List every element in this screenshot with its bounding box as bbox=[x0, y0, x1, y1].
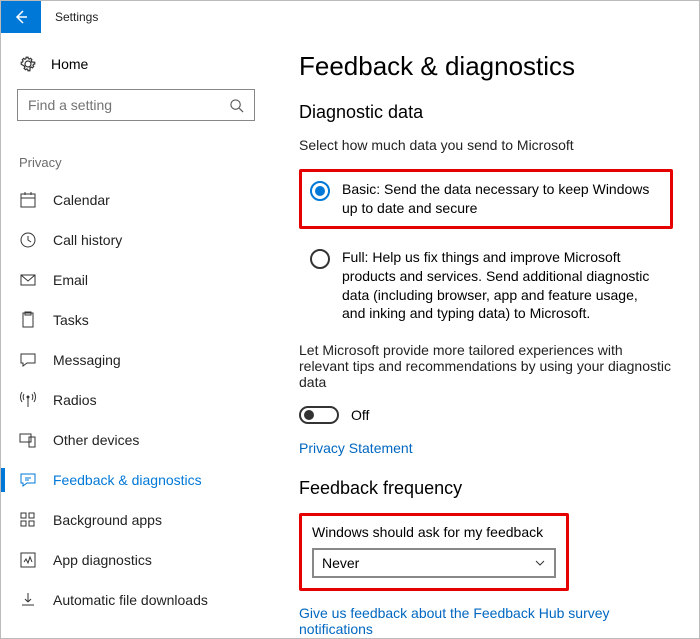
sidebar-item-messaging[interactable]: Messaging bbox=[1, 340, 271, 380]
search-input[interactable]: Find a setting bbox=[17, 89, 255, 121]
sidebar-item-label: Tasks bbox=[53, 312, 89, 328]
sidebar-group-label: Privacy bbox=[19, 155, 255, 170]
sidebar-item-app-diagnostics[interactable]: App diagnostics bbox=[1, 540, 271, 580]
tailored-toggle[interactable] bbox=[299, 406, 339, 424]
sidebar-item-other-devices[interactable]: Other devices bbox=[1, 420, 271, 460]
sidebar-item-background-apps[interactable]: Background apps bbox=[1, 500, 271, 540]
sidebar-nav: Calendar Call history Email Tasks Messag… bbox=[1, 180, 271, 620]
titlebar: Settings bbox=[1, 1, 699, 33]
mail-icon bbox=[19, 271, 37, 289]
grid-icon bbox=[19, 511, 37, 529]
tailored-text: Let Microsoft provide more tailored expe… bbox=[299, 342, 673, 390]
diagnostics-icon bbox=[19, 551, 37, 569]
download-icon bbox=[19, 591, 37, 609]
sidebar-item-label: Other devices bbox=[53, 432, 139, 448]
chevron-down-icon bbox=[534, 557, 546, 569]
sidebar-item-label: Email bbox=[53, 272, 88, 288]
devices-icon bbox=[19, 431, 37, 449]
feedback-frequency-label: Windows should ask for my feedback bbox=[312, 524, 556, 540]
feedback-frequency-combo[interactable]: Never bbox=[312, 548, 556, 578]
back-button[interactable] bbox=[1, 1, 41, 33]
radio-full[interactable]: Full: Help us fix things and improve Mic… bbox=[310, 248, 662, 324]
feedback-frequency-highlight: Windows should ask for my feedback Never bbox=[299, 513, 569, 591]
home-label: Home bbox=[51, 56, 88, 72]
sidebar-item-email[interactable]: Email bbox=[1, 260, 271, 300]
diagnostic-intro: Select how much data you send to Microso… bbox=[299, 137, 673, 153]
toggle-state-label: Off bbox=[351, 407, 369, 423]
sidebar-item-label: Call history bbox=[53, 232, 122, 248]
sidebar-item-label: Radios bbox=[53, 392, 97, 408]
sidebar-item-tasks[interactable]: Tasks bbox=[1, 300, 271, 340]
page-title: Feedback & diagnostics bbox=[299, 51, 673, 82]
radio-button-selected-icon bbox=[310, 181, 330, 201]
radio-full-wrap: Full: Help us fix things and improve Mic… bbox=[299, 237, 673, 335]
antenna-icon bbox=[19, 391, 37, 409]
main-panel: Feedback & diagnostics Diagnostic data S… bbox=[271, 33, 699, 638]
privacy-statement-link[interactable]: Privacy Statement bbox=[299, 440, 673, 456]
sidebar-item-feedback-diagnostics[interactable]: Feedback & diagnostics bbox=[1, 460, 271, 500]
feedback-frequency-heading: Feedback frequency bbox=[299, 478, 673, 499]
sidebar-item-label: Messaging bbox=[53, 352, 121, 368]
sidebar-item-label: App diagnostics bbox=[53, 552, 152, 568]
sidebar: Home Find a setting Privacy Calendar Cal… bbox=[1, 33, 271, 638]
window-title: Settings bbox=[55, 10, 98, 24]
calendar-icon bbox=[19, 191, 37, 209]
sidebar-item-label: Automatic file downloads bbox=[53, 592, 208, 608]
sidebar-item-call-history[interactable]: Call history bbox=[1, 220, 271, 260]
radio-full-label: Full: Help us fix things and improve Mic… bbox=[342, 248, 662, 324]
home-nav[interactable]: Home bbox=[17, 51, 255, 89]
feedback-hub-link[interactable]: Give us feedback about the Feedback Hub … bbox=[299, 605, 673, 637]
radio-button-unselected-icon bbox=[310, 249, 330, 269]
sidebar-item-radios[interactable]: Radios bbox=[1, 380, 271, 420]
radio-basic-highlight: Basic: Send the data necessary to keep W… bbox=[299, 169, 673, 229]
search-icon bbox=[229, 98, 244, 113]
sidebar-item-label: Calendar bbox=[53, 192, 110, 208]
feedback-icon bbox=[19, 471, 37, 489]
search-placeholder: Find a setting bbox=[28, 97, 112, 113]
sidebar-item-label: Feedback & diagnostics bbox=[53, 472, 202, 488]
gear-icon bbox=[19, 55, 37, 73]
diagnostic-data-heading: Diagnostic data bbox=[299, 102, 673, 123]
combo-value: Never bbox=[322, 555, 359, 571]
sidebar-item-label: Background apps bbox=[53, 512, 162, 528]
arrow-left-icon bbox=[13, 9, 29, 25]
history-icon bbox=[19, 231, 37, 249]
sidebar-item-automatic-file-downloads[interactable]: Automatic file downloads bbox=[1, 580, 271, 620]
radio-basic-label: Basic: Send the data necessary to keep W… bbox=[342, 180, 662, 218]
message-icon bbox=[19, 351, 37, 369]
clipboard-icon bbox=[19, 311, 37, 329]
radio-basic[interactable]: Basic: Send the data necessary to keep W… bbox=[310, 180, 662, 218]
sidebar-item-calendar[interactable]: Calendar bbox=[1, 180, 271, 220]
